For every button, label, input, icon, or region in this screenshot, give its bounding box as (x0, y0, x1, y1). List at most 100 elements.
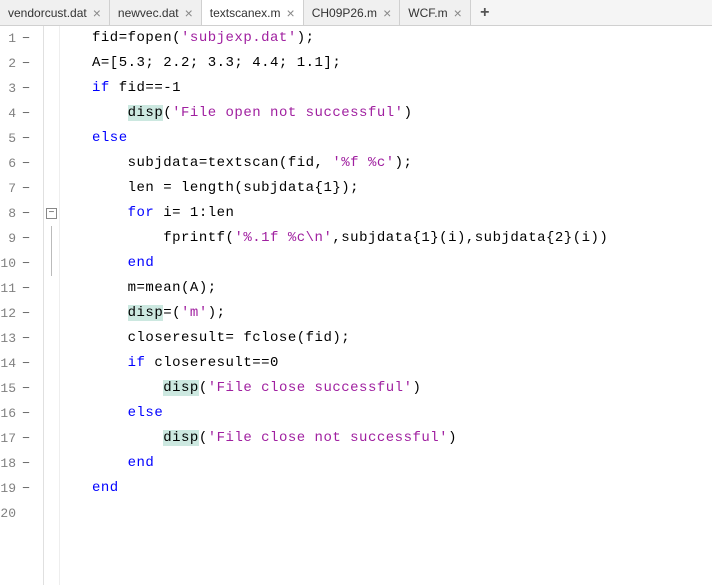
line-number: 10 (0, 256, 20, 271)
gutter-row: 12− (0, 301, 43, 326)
code-line: fprintf('%.1f %c\n',subjdata{1}(i),subjd… (68, 226, 712, 251)
code-line: m=mean(A); (68, 276, 712, 301)
gutter-row: 13− (0, 326, 43, 351)
line-number: 7 (0, 181, 20, 196)
close-icon[interactable]: × (287, 6, 295, 20)
fold-cell[interactable]: − (44, 201, 59, 226)
code-line: else (68, 126, 712, 151)
code-line: len = length(subjdata{1}); (68, 176, 712, 201)
gutter-row: 20 (0, 501, 43, 526)
line-number: 2 (0, 56, 20, 71)
fold-column: − (44, 26, 60, 585)
editor-area: 1−2−3−4−5−6−7−8−9−10−11−12−13−14−15−16−1… (0, 26, 712, 585)
gutter-row: 8− (0, 201, 43, 226)
tab-ch09p26[interactable]: CH09P26.m × (304, 0, 401, 25)
code-line: if closeresult==0 (68, 351, 712, 376)
line-dash: − (20, 131, 32, 146)
code-line: else (68, 401, 712, 426)
gutter-row: 1− (0, 26, 43, 51)
line-number: 16 (0, 406, 20, 421)
line-number: 12 (0, 306, 20, 321)
line-number: 3 (0, 81, 20, 96)
gutter-row: 5− (0, 126, 43, 151)
fold-cell (44, 226, 59, 251)
line-dash: − (20, 31, 32, 46)
line-number: 1 (0, 31, 20, 46)
line-dash: − (20, 56, 32, 71)
close-icon[interactable]: × (185, 6, 193, 20)
fold-cell (44, 401, 59, 426)
fold-cell (44, 376, 59, 401)
line-dash: − (20, 81, 32, 96)
fold-cell (44, 426, 59, 451)
code-line: disp('File close not successful') (68, 426, 712, 451)
gutter-row: 10− (0, 251, 43, 276)
add-tab-button[interactable]: + (471, 0, 499, 25)
line-dash: − (20, 306, 32, 321)
code-line (68, 501, 712, 526)
line-dash: − (20, 106, 32, 121)
fold-line-icon (51, 251, 52, 276)
gutter-row: 14− (0, 351, 43, 376)
close-icon[interactable]: × (383, 6, 391, 20)
close-icon[interactable]: × (93, 6, 101, 20)
code-line: subjdata=textscan(fid, '%f %c'); (68, 151, 712, 176)
gutter-row: 19− (0, 476, 43, 501)
gutter: 1−2−3−4−5−6−7−8−9−10−11−12−13−14−15−16−1… (0, 26, 44, 585)
line-number: 11 (0, 281, 20, 296)
gutter-row: 2− (0, 51, 43, 76)
gutter-row: 18− (0, 451, 43, 476)
tab-newvec[interactable]: newvec.dat × (110, 0, 202, 25)
line-dash: − (20, 256, 32, 271)
close-icon[interactable]: × (454, 6, 462, 20)
line-number: 13 (0, 331, 20, 346)
line-dash: − (20, 156, 32, 171)
line-number: 18 (0, 456, 20, 471)
tab-label: WCF.m (408, 6, 447, 20)
tab-label: CH09P26.m (312, 6, 377, 20)
line-dash: − (20, 231, 32, 246)
code-line: end (68, 476, 712, 501)
tab-wcf[interactable]: WCF.m × (400, 0, 471, 25)
line-number: 19 (0, 481, 20, 496)
tab-vendorcust[interactable]: vendorcust.dat × (0, 0, 110, 25)
fold-cell (44, 451, 59, 476)
fold-cell (44, 301, 59, 326)
line-number: 9 (0, 231, 20, 246)
line-dash: − (20, 481, 32, 496)
line-dash: − (20, 206, 32, 221)
line-number: 6 (0, 156, 20, 171)
line-number: 8 (0, 206, 20, 221)
fold-cell (44, 151, 59, 176)
line-dash: − (20, 431, 32, 446)
gutter-row: 7− (0, 176, 43, 201)
line-number: 15 (0, 381, 20, 396)
tab-textscanex[interactable]: textscanex.m × (202, 0, 304, 25)
code-line: for i= 1:len (68, 201, 712, 226)
gutter-row: 6− (0, 151, 43, 176)
code-line: end (68, 251, 712, 276)
line-dash: − (20, 331, 32, 346)
code-line: fid=fopen('subjexp.dat'); (68, 26, 712, 51)
plus-icon: + (480, 4, 490, 22)
fold-cell (44, 26, 59, 51)
fold-cell (44, 101, 59, 126)
tab-label: vendorcust.dat (8, 6, 87, 20)
line-dash: − (20, 356, 32, 371)
fold-minus-icon[interactable]: − (46, 208, 57, 219)
line-dash: − (20, 406, 32, 421)
tab-label: textscanex.m (210, 6, 281, 20)
code-line: disp('File close successful') (68, 376, 712, 401)
code-area[interactable]: fid=fopen('subjexp.dat'); A=[5.3; 2.2; 3… (60, 26, 712, 585)
tab-bar: vendorcust.dat × newvec.dat × textscanex… (0, 0, 712, 26)
line-number: 14 (0, 356, 20, 371)
fold-cell (44, 76, 59, 101)
fold-cell (44, 501, 59, 526)
tab-label: newvec.dat (118, 6, 179, 20)
code-line: end (68, 451, 712, 476)
gutter-row: 4− (0, 101, 43, 126)
fold-cell (44, 176, 59, 201)
line-number: 4 (0, 106, 20, 121)
line-number: 20 (0, 506, 20, 521)
line-dash: − (20, 381, 32, 396)
